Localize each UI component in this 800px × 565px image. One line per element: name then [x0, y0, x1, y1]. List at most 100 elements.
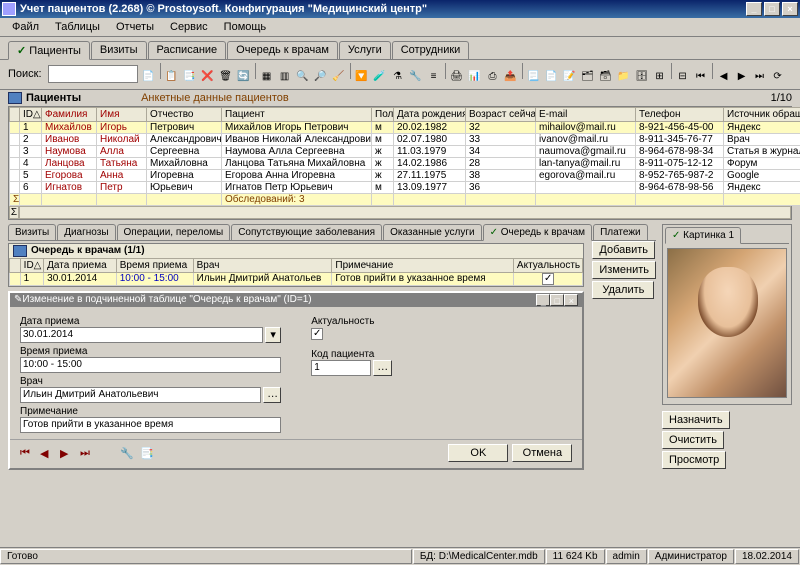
изменить-button[interactable]: Изменить [592, 261, 656, 279]
toolbar-btn-30[interactable]: ◀ [715, 68, 733, 86]
toolbar-btn-16[interactable]: 🖨 [448, 68, 466, 86]
grid-subtitle: Анкетные данные пациентов [141, 92, 289, 104]
toolbar-btn-26[interactable]: 🗄 [633, 68, 651, 86]
cancel-button[interactable]: Отмена [512, 444, 572, 462]
toolbar-btn-9[interactable]: 🔎 [312, 68, 330, 86]
table-row[interactable]: 1МихайловИгорьПетровичМихайлов Игорь Пет… [10, 121, 800, 133]
toolbar-btn-18[interactable]: ⎙ [484, 68, 502, 86]
queue-grid[interactable]: Очередь к врачам (1/1) ID△Дата приемаВре… [8, 243, 584, 287]
close-button[interactable]: × [782, 2, 798, 16]
nav-prev-icon[interactable]: ◀ [40, 447, 54, 461]
toolbar-btn-21[interactable]: 📄 [543, 68, 561, 86]
table-row[interactable]: 6ИгнатовПетрЮрьевичИгнатов Петр Юрьевичм… [10, 181, 800, 193]
tool-icon[interactable]: 🔧 [120, 447, 134, 461]
actual-checkbox[interactable]: ✓ [311, 328, 323, 340]
edit-dialog-title: Изменение в подчиненной таблице "Очередь… [22, 294, 536, 306]
doctor-lookup-button[interactable]: … [263, 387, 281, 403]
dialog-close-button[interactable]: × [564, 294, 578, 306]
code-label: Код пациента [311, 349, 572, 360]
subtab-6[interactable]: Платежи [593, 224, 648, 240]
toolbar-btn-29[interactable]: ⏮ [692, 68, 710, 86]
table-row[interactable]: 2ИвановНиколайАлександровичИванов Никола… [10, 133, 800, 145]
toolbar-btn-5[interactable]: 🔄 [235, 68, 253, 86]
toolbar-btn-1[interactable]: 📋 [163, 68, 181, 86]
toolbar-btn-3[interactable]: ❌ [199, 68, 217, 86]
nav-first-icon[interactable]: ⏮ [20, 447, 34, 461]
patients-grid[interactable]: ID△ФамилияИмяОтчествоПациентПолДата рожд… [8, 106, 792, 220]
toolbar-btn-13[interactable]: ⚗ [389, 68, 407, 86]
menu-файл[interactable]: Файл [4, 19, 47, 35]
search-input[interactable] [48, 65, 138, 83]
toolbar-btn-11[interactable]: 🔽 [353, 68, 371, 86]
toolbar-btn-24[interactable]: 🗃 [597, 68, 615, 86]
toolbar-btn-23[interactable]: 🗂 [579, 68, 597, 86]
time-input[interactable] [20, 357, 281, 373]
dialog-max-button[interactable]: □ [550, 294, 564, 306]
doctor-label: Врач [20, 376, 281, 387]
tab-1[interactable]: Визиты [91, 41, 147, 59]
subtab-1[interactable]: Диагнозы [57, 224, 115, 240]
tab-4[interactable]: Услуги [339, 41, 391, 59]
photo-tab[interactable]: Картинка 1 [665, 227, 741, 244]
toolbar-btn-31[interactable]: ▶ [733, 68, 751, 86]
grid-header: Пациенты Анкетные данные пациентов 1/10 [0, 90, 800, 106]
menu-сервис[interactable]: Сервис [162, 19, 216, 35]
nav-next-icon[interactable]: ▶ [60, 447, 74, 461]
subtab-0[interactable]: Визиты [8, 224, 56, 240]
tool2-icon[interactable]: 📑 [140, 447, 154, 461]
maximize-button[interactable]: □ [764, 2, 780, 16]
actual-label: Актуальность [311, 316, 572, 327]
menu-таблицы[interactable]: Таблицы [47, 19, 108, 35]
удалить-button[interactable]: Удалить [592, 281, 654, 299]
date-picker-button[interactable]: ▾ [265, 327, 281, 343]
toolbar-btn-15[interactable]: ≡ [425, 68, 443, 86]
toolbar-btn-33[interactable]: ⟳ [769, 68, 787, 86]
photo-panel: Картинка 1 [662, 224, 792, 405]
tab-5[interactable]: Сотрудники [392, 41, 470, 59]
table-row[interactable]: 3НаумоваАллаСергеевнаНаумова Алла Сергее… [10, 145, 800, 157]
dialog-min-button[interactable]: _ [536, 294, 550, 306]
toolbar-btn-4[interactable]: 🗑 [217, 68, 235, 86]
nav-last-icon[interactable]: ⏭ [80, 447, 94, 461]
toolbar-btn-0[interactable]: 📄 [140, 68, 158, 86]
toolbar-btn-7[interactable]: ▥ [276, 68, 294, 86]
table-row[interactable]: 4ЛанцоваТатьянаМихайловнаЛанцова Татьяна… [10, 157, 800, 169]
tab-0[interactable]: Пациенты [8, 41, 90, 60]
toolbar-btn-12[interactable]: 🧪 [371, 68, 389, 86]
subtab-5[interactable]: Очередь к врачам [483, 224, 592, 241]
ok-button[interactable]: OK [448, 444, 508, 462]
toolbar-btn-14[interactable]: 🔧 [407, 68, 425, 86]
toolbar-btn-20[interactable]: 📃 [525, 68, 543, 86]
toolbar-btn-32[interactable]: ⏭ [751, 68, 769, 86]
tab-3[interactable]: Очередь к врачам [227, 41, 338, 59]
table-row[interactable]: 130.01.201410:00 - 15:00Ильин Дмитрий Ан… [10, 272, 583, 285]
toolbar-btn-27[interactable]: ⊞ [651, 68, 669, 86]
code-lookup-button[interactable]: … [373, 360, 392, 376]
очистить-button[interactable]: Очистить [662, 431, 724, 449]
toolbar-btn-6[interactable]: ▦ [258, 68, 276, 86]
subtab-2[interactable]: Операции, переломы [117, 224, 231, 240]
toolbar-btn-25[interactable]: 📁 [615, 68, 633, 86]
просмотр-button[interactable]: Просмотр [662, 451, 726, 469]
menu-помощь[interactable]: Помощь [216, 19, 275, 35]
toolbar-btn-17[interactable]: 📊 [466, 68, 484, 86]
subtab-4[interactable]: Оказанные услуги [383, 224, 482, 240]
code-input[interactable] [311, 360, 371, 376]
subtab-3[interactable]: Сопутствующие заболевания [231, 224, 382, 240]
note-input[interactable] [20, 417, 281, 433]
назначить-button[interactable]: Назначить [662, 411, 730, 429]
добавить-button[interactable]: Добавить [592, 241, 655, 259]
tab-2[interactable]: Расписание [148, 41, 227, 59]
toolbar-btn-22[interactable]: 📝 [561, 68, 579, 86]
toolbar-btn-28[interactable]: ⊟ [674, 68, 692, 86]
minimize-button[interactable]: _ [746, 2, 762, 16]
toolbar-btn-10[interactable]: 🧹 [330, 68, 348, 86]
table-row[interactable]: 5ЕгороваАннаИгоревнаЕгорова Анна Игоревн… [10, 169, 800, 181]
doctor-input[interactable] [20, 387, 261, 403]
date-input[interactable] [20, 327, 263, 343]
menu-отчеты[interactable]: Отчеты [108, 19, 162, 35]
toolbar-btn-19[interactable]: 📤 [502, 68, 520, 86]
patient-photo [667, 248, 787, 398]
toolbar-btn-8[interactable]: 🔍 [294, 68, 312, 86]
toolbar-btn-2[interactable]: 📑 [181, 68, 199, 86]
